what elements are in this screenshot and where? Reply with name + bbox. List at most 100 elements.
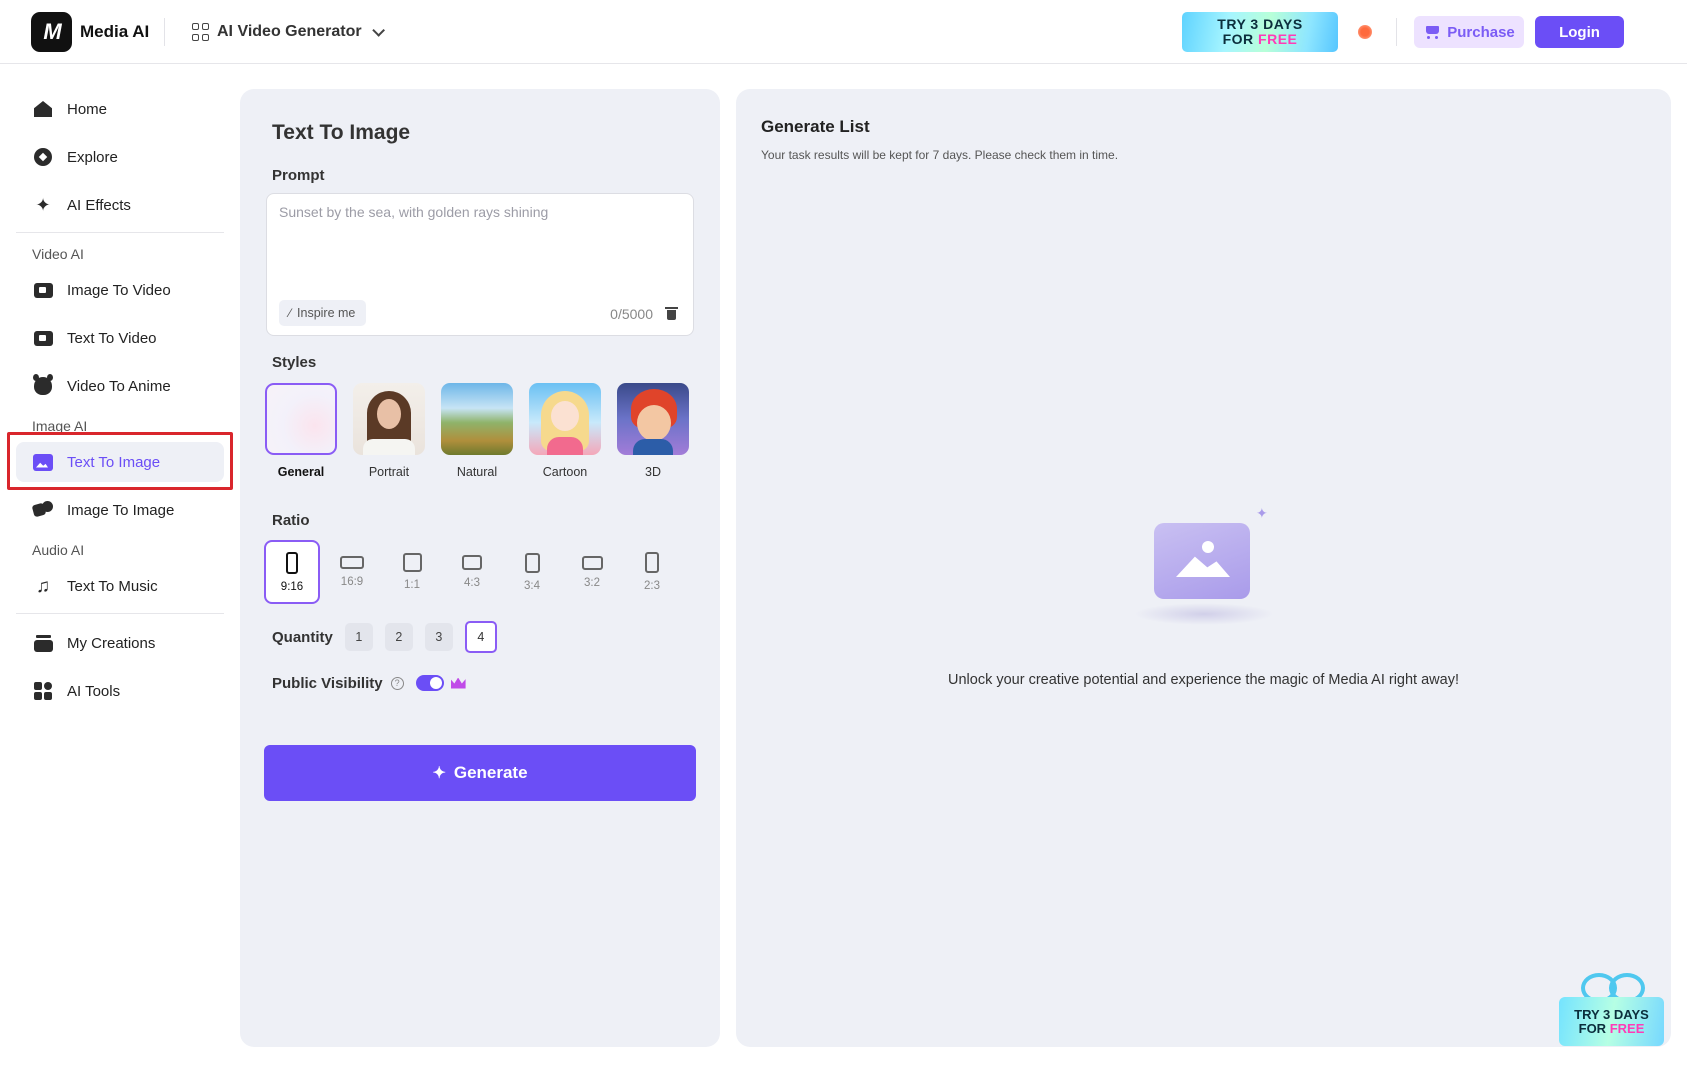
styles-list: General Portrait Natural Cartoon 3D — [265, 383, 697, 483]
quantity-selector: Quantity 1 2 3 4 — [272, 621, 509, 653]
quantity-label: Quantity — [272, 628, 333, 646]
sidebar-item-explore[interactable]: Explore — [16, 137, 224, 177]
sidebar-section-image: Image AI — [32, 418, 88, 434]
magic-wand-icon: ⁄ — [289, 306, 292, 320]
sidebar-item-text-to-video[interactable]: Text To Video — [16, 318, 224, 358]
generate-button[interactable]: ✦ Generate — [264, 745, 696, 801]
ratio-landscape-icon — [581, 555, 603, 570]
sidebar-item-ai-tools[interactable]: AI Tools — [16, 671, 224, 711]
header-divider-2 — [1396, 18, 1397, 46]
sidebar-item-label: Video To Anime — [67, 377, 171, 395]
gift-bow-icon — [1581, 971, 1645, 1003]
inspire-me-button[interactable]: ⁄ Inspire me — [279, 300, 367, 326]
public-visibility-row: Public Visibility ? — [272, 671, 466, 695]
style-thumbnail — [265, 383, 337, 455]
style-cartoon[interactable]: Cartoon — [529, 383, 601, 479]
ratio-option-label: 16:9 — [340, 576, 364, 588]
apps-grid-icon — [192, 23, 210, 41]
style-thumbnail — [529, 383, 601, 455]
cart-icon — [1423, 24, 1441, 40]
sidebar-item-my-creations[interactable]: My Creations — [16, 623, 224, 663]
ratio-portrait-icon — [645, 552, 659, 573]
sidebar-item-video-to-anime[interactable]: Video To Anime — [16, 366, 224, 406]
inspire-label: Inspire me — [297, 306, 356, 320]
style-natural[interactable]: Natural — [441, 383, 513, 479]
ratio-option-label: 2:3 — [644, 580, 660, 592]
ratio-label: Ratio — [272, 512, 310, 529]
sidebar-item-text-to-music[interactable]: ♫ Text To Music — [16, 566, 224, 606]
purchase-button[interactable]: Purchase — [1414, 16, 1524, 48]
empty-state-message: Unlock your creative potential and exper… — [948, 672, 1459, 688]
login-button[interactable]: Login — [1535, 16, 1624, 48]
sidebar-divider — [16, 232, 224, 233]
style-3d[interactable]: 3D — [617, 383, 689, 479]
generate-list-title: Generate List — [761, 117, 870, 136]
help-icon[interactable]: ? — [390, 676, 404, 690]
sidebar-item-label: Image To Video — [67, 281, 171, 299]
ratio-4-3[interactable]: 4:3 — [444, 540, 500, 604]
free-trial-banner[interactable]: TRY 3 DAYS FOR FREE — [1182, 12, 1338, 52]
header-divider — [164, 18, 165, 46]
text-video-icon — [33, 330, 53, 346]
sparkles-icon: ✦ — [35, 195, 51, 215]
product-switcher[interactable]: AI Video Generator — [192, 18, 385, 46]
quantity-option-4[interactable]: 4 — [464, 621, 497, 653]
ratio-2-3[interactable]: 2:3 — [624, 540, 680, 604]
ratio-3-2[interactable]: 3:2 — [564, 540, 620, 604]
sidebar-item-image-to-image[interactable]: Image To Image — [16, 490, 224, 530]
style-portrait[interactable]: Portrait — [353, 383, 425, 479]
style-label: 3D — [645, 465, 661, 479]
ratio-1-1[interactable]: 1:1 — [384, 540, 440, 604]
ratio-option-label: 9:16 — [280, 580, 304, 593]
empty-state-image-icon: ✦ — [1134, 505, 1274, 637]
sidebar-item-home[interactable]: Home — [16, 89, 224, 129]
logo-mark-icon: M — [31, 12, 72, 52]
sidebar-item-label: Text To Image — [67, 453, 161, 471]
ratio-landscape-icon — [462, 555, 482, 570]
style-label: General — [277, 465, 325, 479]
notification-dot-icon[interactable] — [1358, 25, 1372, 39]
style-label: Natural — [456, 465, 498, 479]
quantity-option-3[interactable]: 3 — [424, 623, 453, 651]
ratio-option-label: 4:3 — [464, 577, 480, 589]
ratio-9-16[interactable]: 9:16 — [264, 540, 320, 604]
prompt-input[interactable] — [279, 204, 679, 294]
styles-label: Styles — [272, 354, 317, 371]
trash-icon[interactable] — [665, 306, 678, 320]
promo-line1: TRY 3 DAYS — [1574, 1006, 1649, 1022]
tools-icon — [34, 682, 52, 700]
page-title: Text To Image — [272, 121, 411, 144]
style-label: Portrait — [368, 465, 410, 479]
promo-line1: TRY 3 DAYS — [1217, 16, 1303, 32]
style-general[interactable]: General — [265, 383, 337, 479]
public-visibility-toggle[interactable] — [415, 675, 444, 691]
image-image-icon — [33, 501, 53, 519]
ratio-option-label: 1:1 — [404, 579, 420, 591]
sidebar-item-label: AI Effects — [67, 196, 131, 214]
chevron-down-icon — [371, 23, 385, 37]
compass-icon — [34, 148, 52, 166]
sidebar-item-label: Image To Image — [67, 501, 175, 519]
sidebar-section-video: Video AI — [32, 246, 84, 262]
sidebar-item-label: My Creations — [67, 634, 156, 652]
public-visibility-label: Public Visibility — [272, 674, 383, 692]
sidebar-item-ai-effects[interactable]: ✦ AI Effects — [16, 185, 224, 225]
quantity-option-2[interactable]: 2 — [384, 623, 413, 651]
quantity-option-1[interactable]: 1 — [344, 623, 373, 651]
sidebar-item-label: Text To Video — [67, 329, 157, 347]
ratio-landscape-icon — [340, 556, 364, 569]
ratio-16-9[interactable]: 16:9 — [324, 540, 380, 604]
purchase-label: Purchase — [1447, 23, 1515, 41]
char-count: 0/5000 — [610, 306, 653, 322]
sidebar-item-image-to-video[interactable]: Image To Video — [16, 270, 224, 310]
sidebar-item-text-to-image[interactable]: Text To Image — [16, 442, 224, 482]
star-icon: ✦ — [1256, 505, 1268, 521]
sidebar-item-label: Home — [67, 100, 108, 118]
promo-line2: FOR FREE — [1222, 31, 1298, 47]
music-icon: ♫ — [35, 575, 51, 597]
sidebar-section-audio: Audio AI — [32, 542, 85, 558]
ratio-3-4[interactable]: 3:4 — [504, 540, 560, 604]
logo[interactable]: M Media AI — [31, 12, 149, 52]
floating-free-trial-badge[interactable]: TRY 3 DAYS FOR FREE — [1559, 971, 1664, 1046]
prompt-label: Prompt — [272, 167, 325, 184]
